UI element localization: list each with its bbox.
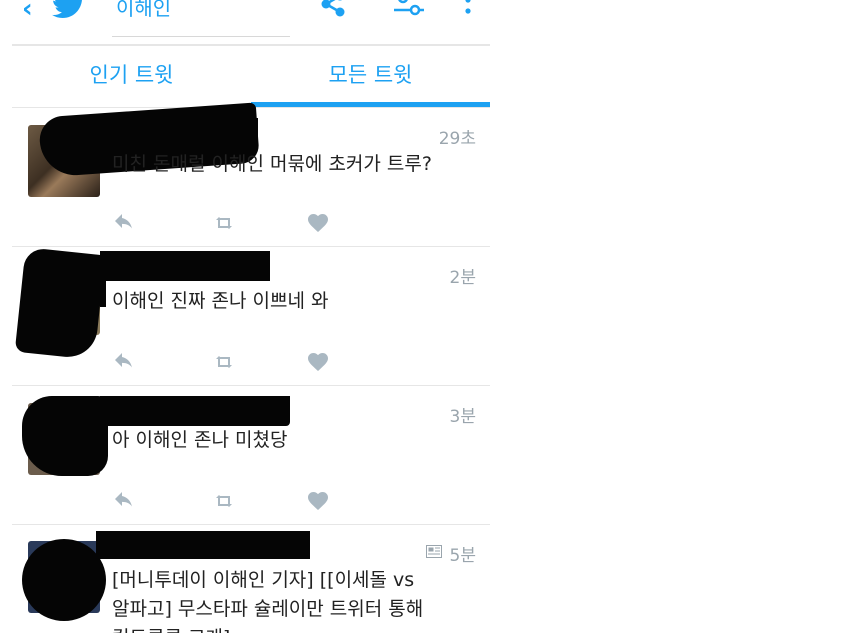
redacted-name [96,531,310,559]
share-icon[interactable] [318,0,348,22]
redacted-name [100,251,270,281]
tweet-timestamp: 2분 [449,268,476,288]
tweet-text: [머니투데이 이해인 기자] [[이세돌 vs 알파고] 무스타파 슐레이만 트… [112,566,472,633]
tweet-text-line: 알파고] 무스타파 슐레이만 트위터 통해 [112,598,424,620]
tweet-text-line: 컴도루루 고개] [112,624,472,633]
retweet-icon[interactable] [212,489,236,513]
tweet-item[interactable]: 3분 아 이해인 존나 미쳤당 [12,386,490,525]
filter-sliders-icon[interactable] [392,0,426,22]
tweet-text: 아 이해인 존나 미쳤당 [112,429,288,451]
reply-icon[interactable] [112,211,136,235]
tweet-actions [112,211,372,235]
redacted-name [192,118,258,146]
chevron-left-icon[interactable]: ‹ [22,0,33,24]
redacted-avatar [14,247,106,360]
more-vertical-icon[interactable] [462,0,474,22]
search-query[interactable]: 이해인 [116,0,171,21]
tweet-timestamp: 3분 [449,407,476,427]
tweet-item[interactable]: 2분 이해인 진짜 존나 이쁘네 와 [12,247,490,386]
twitter-bird-icon [52,0,82,19]
tweet-timestamp: 29초 [438,129,476,149]
news-icon [426,545,442,558]
tweet-text: 미친 돈매럴 이해인 머묶에 초커가 트루? [112,153,432,175]
retweet-icon[interactable] [212,211,236,235]
redacted-name [100,396,290,426]
tweet-actions [112,350,372,374]
redacted-avatar [22,539,106,621]
reply-icon[interactable] [112,489,136,513]
tweet-actions [112,489,372,513]
tweet-text-line: [머니투데이 이해인 기자] [[이세돌 vs [112,569,415,591]
retweet-icon[interactable] [212,350,236,374]
search-field[interactable]: 이해인 [112,0,290,37]
tweet-timestamp: 5분 [449,546,476,566]
tab-bar: 인기 트윗 모든 트윗 [12,46,490,108]
heart-icon[interactable] [306,489,330,513]
redacted-avatar [22,396,108,476]
twitter-search-screen: ‹ 이해인 인기 트윗 모든 트윗 29초 미친 돈매럴 이해인 머묶에 초커가… [12,0,490,633]
reply-icon[interactable] [112,350,136,374]
tweet-item[interactable]: 5분 [머니투데이 이해인 기자] [[이세돌 vs 알파고] 무스타파 슐레이… [12,525,490,633]
top-bar: ‹ 이해인 [12,0,490,44]
tab-all-tweets[interactable]: 모든 트윗 [251,46,490,108]
tab-top-tweets[interactable]: 인기 트윗 [12,46,251,108]
redacted-name [100,277,106,307]
tweet-text: 이해인 진짜 존나 이쁘네 와 [112,290,329,312]
heart-icon[interactable] [306,211,330,235]
heart-icon[interactable] [306,350,330,374]
tweet-item[interactable]: 29초 미친 돈매럴 이해인 머묶에 초커가 트루? [12,102,490,247]
